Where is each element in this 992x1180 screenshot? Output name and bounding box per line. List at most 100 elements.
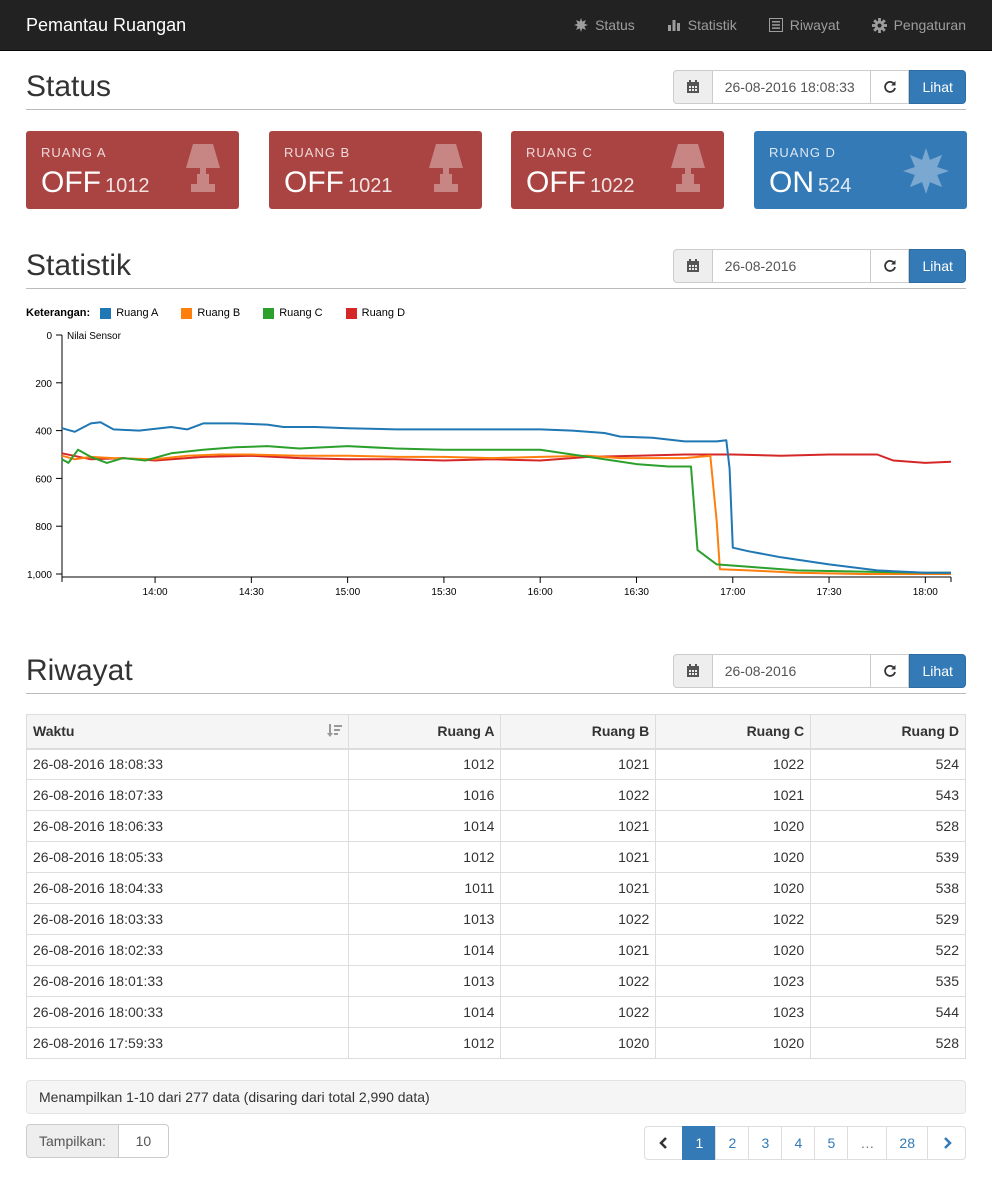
room-name: RUANG A [41, 145, 107, 160]
calendar-icon [686, 664, 699, 677]
legend-item-ruang-d[interactable]: Ruang D [345, 307, 406, 319]
statistik-date-input[interactable]: 26-08-2016 [712, 249, 871, 283]
column-header-ruang-d[interactable]: Ruang D [810, 714, 966, 750]
table-cell: 1022 [500, 965, 657, 997]
room-card-c[interactable]: RUANG C OFF 1022 [511, 131, 724, 209]
table-cell: 26-08-2016 18:00:33 [26, 996, 349, 1028]
page-button[interactable]: 5 [814, 1126, 849, 1160]
nav-item-label: Statistik [687, 17, 737, 33]
sun-icon [903, 148, 949, 194]
table-row: 26-08-2016 18:04:33 1011 1021 1020 538 [26, 872, 966, 904]
list-icon [768, 18, 783, 32]
table-row: 26-08-2016 18:08:33 1012 1021 1022 524 [26, 748, 966, 780]
table-cell: 1023 [655, 996, 812, 1028]
page-size-input[interactable]: 10 [118, 1124, 169, 1158]
y-tick-label: 200 [35, 379, 52, 390]
table-cell: 1021 [500, 748, 657, 780]
nav-item-label: Pengaturan [893, 17, 966, 33]
legend-label: Ruang A [116, 307, 159, 319]
table-row: 26-08-2016 17:59:33 1012 1020 1020 528 [26, 1027, 966, 1059]
table-cell: 1021 [500, 872, 657, 904]
statistik-title: Statistik [26, 249, 132, 282]
prev-page-button[interactable] [644, 1126, 684, 1160]
page-size-select: Tampilkan: 10 [26, 1124, 169, 1158]
room-value: 1021 [348, 175, 393, 197]
sort-desc-icon [326, 724, 342, 737]
x-tick-label: 14:00 [143, 587, 168, 598]
room-card-d[interactable]: RUANG D ON 524 [754, 131, 967, 209]
table-cell: 26-08-2016 18:02:33 [26, 934, 349, 966]
brand-title[interactable]: Pemantau Ruangan [26, 15, 186, 36]
table-cell: 1021 [500, 934, 657, 966]
x-tick-label: 15:30 [431, 587, 456, 598]
refresh-icon [883, 260, 896, 272]
lihat-button[interactable]: Lihat [909, 249, 966, 283]
nav-item-label: Riwayat [789, 17, 840, 33]
room-state: OFF 1022 [526, 166, 635, 200]
table-cell: 544 [810, 996, 966, 1028]
lihat-button[interactable]: Lihat [909, 654, 966, 688]
nav-item-riwayat[interactable]: Riwayat [768, 17, 840, 33]
room-card-a[interactable]: RUANG A OFF 1012 [26, 131, 239, 209]
column-header-waktu[interactable]: Waktu [26, 714, 349, 750]
table-cell: 1020 [655, 872, 812, 904]
table-info: Menampilkan 1-10 dari 277 data (disaring… [26, 1080, 966, 1114]
divider [26, 109, 966, 110]
legend-item-ruang-b[interactable]: Ruang B [181, 307, 240, 319]
x-tick-label: 16:30 [624, 587, 649, 598]
legend-label: Ruang D [361, 307, 406, 319]
table-cell: 1012 [347, 841, 502, 873]
riwayat-date-input[interactable]: 26-08-2016 [712, 654, 871, 688]
table-cell: 535 [810, 965, 966, 997]
nav-item-status[interactable]: Status [574, 17, 635, 33]
column-header-ruang-a[interactable]: Ruang A [347, 714, 502, 750]
legend-item-ruang-c[interactable]: Ruang C [263, 307, 323, 319]
page-button[interactable]: 3 [748, 1126, 783, 1160]
calendar-addon[interactable] [673, 654, 713, 688]
column-header-ruang-c[interactable]: Ruang C [655, 714, 812, 750]
refresh-button[interactable] [870, 654, 910, 688]
page-button[interactable]: 28 [886, 1126, 928, 1160]
sun-icon [574, 18, 589, 32]
legend-swatch [100, 307, 112, 319]
next-page-button[interactable] [927, 1126, 966, 1160]
nav-item-pengaturan[interactable]: Pengaturan [871, 17, 966, 33]
room-state-label: OFF [526, 166, 586, 199]
legend-item-ruang-a[interactable]: Ruang A [100, 307, 158, 319]
refresh-button[interactable] [870, 249, 910, 283]
table-row: 26-08-2016 18:07:33 1016 1022 1021 543 [26, 779, 966, 811]
page-button[interactable]: 2 [715, 1126, 750, 1160]
table-cell: 1012 [347, 1027, 502, 1059]
table-cell: 1021 [500, 841, 657, 873]
x-tick-label: 15:00 [335, 587, 360, 598]
calendar-addon[interactable] [673, 70, 713, 104]
table-cell: 1021 [500, 810, 657, 842]
x-tick-label: 17:00 [720, 587, 745, 598]
table-cell: 1023 [655, 965, 812, 997]
refresh-button[interactable] [870, 70, 910, 104]
table-cell: 524 [810, 748, 966, 780]
column-header-label: Waktu [33, 723, 75, 740]
column-header-ruang-b[interactable]: Ruang B [500, 714, 657, 750]
history-table: Waktu Ruang A Ruang B Ruang C Ruang D 26… [26, 714, 966, 1059]
table-cell: 1011 [347, 872, 502, 904]
lamp-icon [186, 144, 220, 192]
page-button[interactable]: 4 [781, 1126, 816, 1160]
table-row: 26-08-2016 18:02:33 1014 1021 1020 522 [26, 934, 966, 966]
room-card-b[interactable]: RUANG B OFF 1021 [269, 131, 482, 209]
lihat-button[interactable]: Lihat [909, 70, 966, 104]
y-tick-label: 0 [46, 331, 52, 342]
room-value: 1012 [105, 175, 150, 197]
table-cell: 1020 [655, 1027, 812, 1059]
y-tick-label: 400 [35, 427, 52, 438]
status-datetime-input[interactable]: 26-08-2016 18:08:33 [712, 70, 871, 104]
x-tick-label: 18:00 [913, 587, 938, 598]
page-ellipsis: … [847, 1126, 888, 1160]
table-cell: 529 [810, 903, 966, 935]
calendar-addon[interactable] [673, 249, 713, 283]
table-cell: 1020 [655, 934, 812, 966]
nav-item-statistik[interactable]: Statistik [667, 17, 737, 33]
series-line-ruang-c [61, 445, 951, 574]
page-button[interactable]: 1 [682, 1126, 717, 1160]
calendar-icon [686, 80, 699, 93]
